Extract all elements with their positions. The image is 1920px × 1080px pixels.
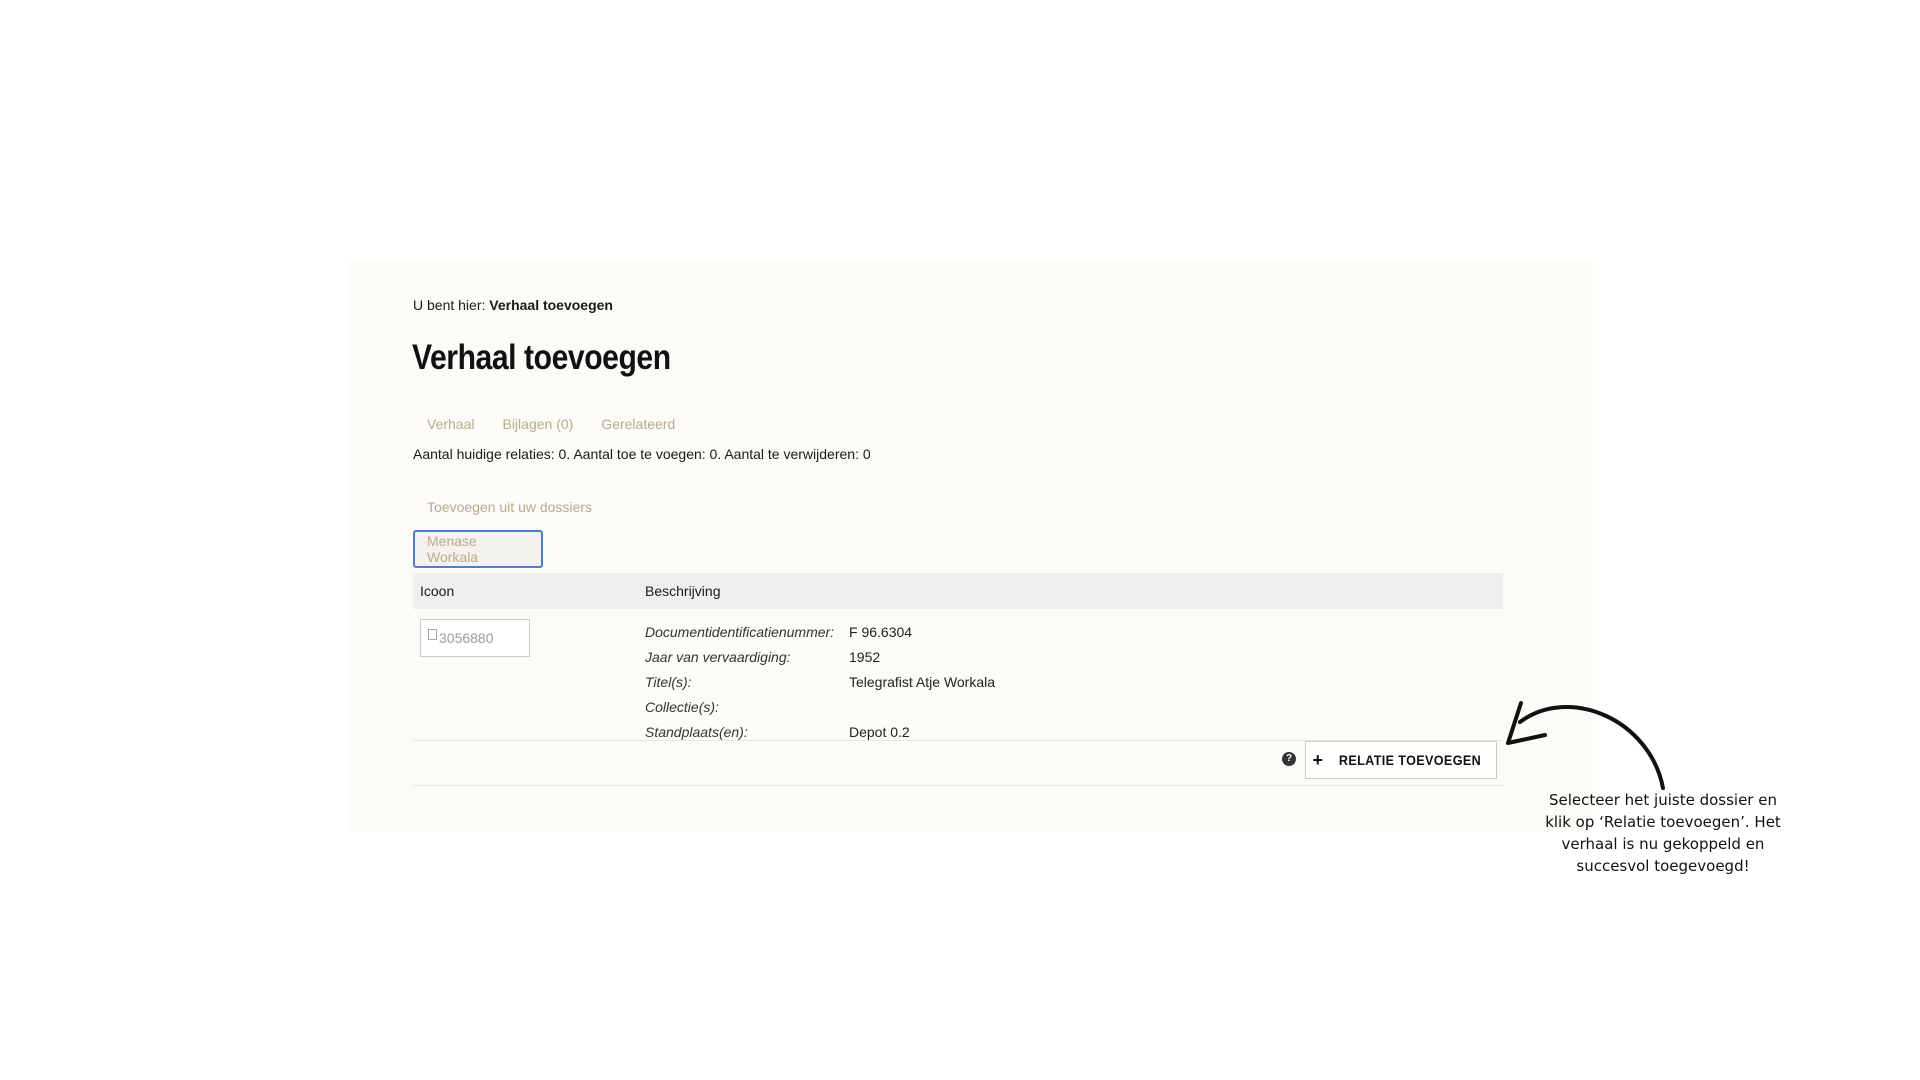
broken-image-icon	[428, 628, 437, 640]
screenshot-panel: U bent hier: Verhaal toevoegen Verhaal t…	[348, 262, 1593, 832]
column-header-icon: Icoon	[420, 583, 455, 599]
thumbnail-alt-text: 3056880	[439, 630, 494, 646]
metadata-label: Jaar van vervaardiging:	[645, 648, 791, 665]
relations-summary: Aantal huidige relaties: 0. Aantal toe t…	[413, 446, 871, 462]
table-header: Icoon Beschrijving	[413, 573, 1503, 609]
thumbnail-image[interactable]: 3056880	[420, 619, 530, 657]
tab-toevoegen-uit-dossiers[interactable]: Toevoegen uit uw dossiers	[427, 499, 592, 515]
metadata-row: Jaar van vervaardiging: 1952	[645, 644, 995, 669]
metadata-value: 1952	[849, 648, 881, 665]
tab-bijlagen[interactable]: Bijlagen (0)	[488, 412, 587, 436]
annotation-text: Selecteer het juiste dossier en klik op …	[1545, 791, 1781, 875]
metadata-value	[849, 694, 995, 719]
metadata-table: Documentidentificatienummer: F 96.6304 J…	[645, 619, 995, 744]
icon-cell: 3056880	[413, 619, 645, 740]
metadata-label: Documentidentificatienummer:	[645, 623, 835, 640]
metadata-label: Titel(s):	[645, 673, 692, 690]
metadata-label: Collectie(s):	[645, 698, 719, 715]
annotation-arrow-icon	[1506, 701, 1665, 790]
metadata-row: Titel(s): Telegrafist Atje Workala	[645, 669, 995, 694]
tab-verhaal[interactable]: Verhaal	[413, 412, 488, 436]
metadata-value: F 96.6304	[849, 623, 913, 640]
description-cell: Documentidentificatienummer: F 96.6304 J…	[645, 619, 1503, 740]
help-icon[interactable]: ?	[1282, 752, 1296, 766]
actions-row: ? + RELATIE TOEVOEGEN	[413, 741, 1503, 786]
metadata-row: Collectie(s):	[645, 694, 995, 719]
metadata-value: Telegrafist Atje Workala	[849, 673, 996, 690]
breadcrumb-prefix: U bent hier:	[413, 297, 486, 313]
plus-icon: +	[1312, 750, 1324, 770]
breadcrumb: U bent hier: Verhaal toevoegen	[413, 297, 613, 313]
canvas: U bent hier: Verhaal toevoegen Verhaal t…	[0, 0, 1920, 1080]
tab-bar: Verhaal Bijlagen (0) Gerelateerd	[413, 412, 689, 436]
column-header-description: Beschrijving	[645, 583, 721, 599]
tab-gerelateerd[interactable]: Gerelateerd	[587, 412, 689, 436]
metadata-row: Documentidentificatienummer: F 96.6304	[645, 619, 995, 644]
table-row: 3056880 Documentidentificatienummer: F 9…	[413, 609, 1503, 741]
dossier-button[interactable]: Menase Workala	[413, 530, 543, 568]
breadcrumb-current: Verhaal toevoegen	[489, 297, 613, 313]
results-table: Icoon Beschrijving 3056880 Documentident…	[413, 573, 1503, 786]
page-title: Verhaal toevoegen	[412, 338, 671, 377]
